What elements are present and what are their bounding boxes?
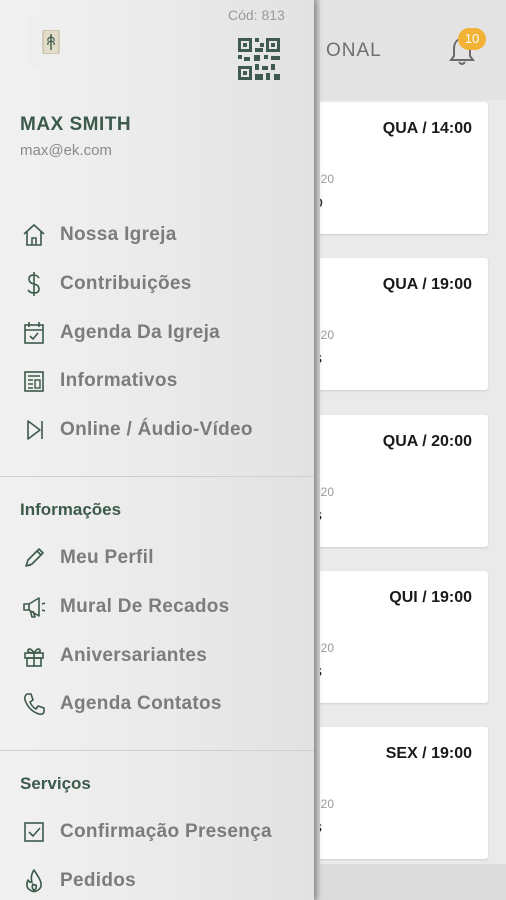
event-time: QUA / 19:00 [382,276,472,293]
section-divider [0,476,314,477]
header-title: ONAL [326,40,382,61]
menu-item-label: Online / Áudio-Vídeo [60,419,253,440]
menu-item-label: Contribuições [60,273,192,294]
qr-code-icon[interactable] [238,38,280,80]
menu-item-meu-perfil[interactable]: Meu Perfil [20,543,310,573]
event-time: SEX / 19:00 [385,745,472,762]
menu-item-label: Confirmação Presença [60,821,272,842]
section-title-servicos: Serviços [20,774,91,793]
menu-item-online-audio-video[interactable]: Online / Áudio-Vídeo [20,415,310,445]
event-time: QUA / 20:00 [382,433,472,450]
user-name: MAX SMITH [20,114,132,135]
menu-item-agenda-igreja[interactable]: Agenda Da Igreja [20,318,310,348]
menu-item-nossa-igreja[interactable]: Nossa Igreja [20,220,310,250]
menu-item-label: Informativos [60,370,178,391]
menu-item-label: Mural De Recados [60,596,230,617]
menu-item-aniversariantes[interactable]: Aniversariantes [20,641,310,671]
wheat-icon [42,30,60,54]
menu-item-informativos[interactable]: Informativos [20,366,310,396]
pencil-icon [20,544,48,572]
menu-item-label: Pedidos [60,870,137,891]
megaphone-icon [20,593,48,621]
event-time: QUA / 14:00 [382,120,472,137]
flame-icon [20,867,48,895]
menu-item-label: Aniversariantes [60,645,208,666]
navigation-drawer: Cód: 813 MAX SMITH max@ek.com Nossa Igre… [0,0,314,900]
menu-item-agenda-contatos[interactable]: Agenda Contatos [20,689,310,719]
menu-item-label: Nossa Igreja [60,224,177,245]
menu-item-label: Meu Perfil [60,547,154,568]
dollar-icon [20,270,48,298]
phone-icon [20,690,48,718]
notification-badge: 10 [458,28,486,50]
menu-item-label: Agenda Da Igreja [60,322,221,343]
menu-item-contribuicoes[interactable]: Contribuições [20,269,310,299]
menu-item-mural-recados[interactable]: Mural De Recados [20,592,310,622]
section-title-informacoes: Informações [20,500,122,519]
menu-item-confirmacao-presenca[interactable]: Confirmação Presença [20,817,310,847]
gift-icon [20,642,48,670]
menu-item-label: Agenda Contatos [60,693,222,714]
user-email: max@ek.com [20,142,112,159]
drawer-shadow [314,0,320,900]
church-code: Cód: 813 [228,7,285,23]
event-time: QUI / 19:00 [389,589,472,606]
calendar-check-icon [20,319,48,347]
newspaper-icon [20,367,48,395]
church-logo [26,16,76,68]
play-icon [20,416,48,444]
section-divider [0,750,314,751]
menu-item-pedidos[interactable]: Pedidos [20,866,310,896]
home-icon [20,221,48,249]
checkbox-icon [20,818,48,846]
